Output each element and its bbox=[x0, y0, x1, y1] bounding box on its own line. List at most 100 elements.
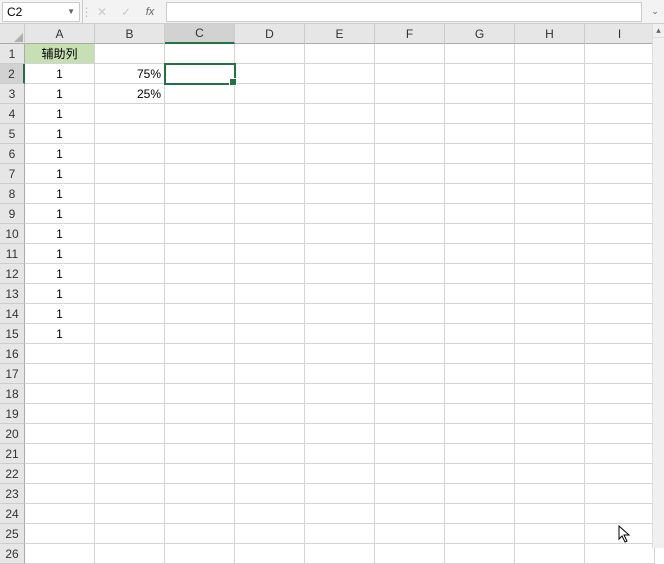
cell-A9[interactable]: 1 bbox=[25, 204, 95, 224]
cell-D24[interactable] bbox=[235, 504, 305, 524]
cell-D9[interactable] bbox=[235, 204, 305, 224]
cell-G17[interactable] bbox=[445, 364, 515, 384]
cell-C7[interactable] bbox=[165, 164, 235, 184]
cell-B22[interactable] bbox=[95, 464, 165, 484]
cell-H26[interactable] bbox=[515, 544, 585, 564]
cell-I8[interactable] bbox=[585, 184, 655, 204]
cell-E13[interactable] bbox=[305, 284, 375, 304]
cell-F14[interactable] bbox=[375, 304, 445, 324]
cell-F19[interactable] bbox=[375, 404, 445, 424]
row-header-14[interactable]: 14 bbox=[0, 304, 25, 324]
cell-F4[interactable] bbox=[375, 104, 445, 124]
cell-H7[interactable] bbox=[515, 164, 585, 184]
cell-F11[interactable] bbox=[375, 244, 445, 264]
cell-I11[interactable] bbox=[585, 244, 655, 264]
cell-B2[interactable]: 75% bbox=[95, 64, 165, 84]
cell-G19[interactable] bbox=[445, 404, 515, 424]
cell-A16[interactable] bbox=[25, 344, 95, 364]
cell-B12[interactable] bbox=[95, 264, 165, 284]
cell-E24[interactable] bbox=[305, 504, 375, 524]
cell-E23[interactable] bbox=[305, 484, 375, 504]
row-header-25[interactable]: 25 bbox=[0, 524, 25, 544]
cell-A6[interactable]: 1 bbox=[25, 144, 95, 164]
cell-I19[interactable] bbox=[585, 404, 655, 424]
cell-F12[interactable] bbox=[375, 264, 445, 284]
cell-A25[interactable] bbox=[25, 524, 95, 544]
cell-G10[interactable] bbox=[445, 224, 515, 244]
cell-D16[interactable] bbox=[235, 344, 305, 364]
cell-A12[interactable]: 1 bbox=[25, 264, 95, 284]
row-header-15[interactable]: 15 bbox=[0, 324, 25, 344]
cell-H5[interactable] bbox=[515, 124, 585, 144]
formula-input[interactable] bbox=[166, 2, 642, 22]
cell-D3[interactable] bbox=[235, 84, 305, 104]
cell-E20[interactable] bbox=[305, 424, 375, 444]
row-header-3[interactable]: 3 bbox=[0, 84, 25, 104]
cell-I14[interactable] bbox=[585, 304, 655, 324]
cell-G25[interactable] bbox=[445, 524, 515, 544]
cell-C3[interactable] bbox=[165, 84, 235, 104]
row-header-4[interactable]: 4 bbox=[0, 104, 25, 124]
cell-E25[interactable] bbox=[305, 524, 375, 544]
cell-I17[interactable] bbox=[585, 364, 655, 384]
cell-H2[interactable] bbox=[515, 64, 585, 84]
cell-B16[interactable] bbox=[95, 344, 165, 364]
cell-C9[interactable] bbox=[165, 204, 235, 224]
cell-I10[interactable] bbox=[585, 224, 655, 244]
cell-H1[interactable] bbox=[515, 44, 585, 64]
row-header-23[interactable]: 23 bbox=[0, 484, 25, 504]
cell-C17[interactable] bbox=[165, 364, 235, 384]
cell-A3[interactable]: 1 bbox=[25, 84, 95, 104]
cell-H18[interactable] bbox=[515, 384, 585, 404]
cell-E2[interactable] bbox=[305, 64, 375, 84]
cell-D5[interactable] bbox=[235, 124, 305, 144]
cell-B15[interactable] bbox=[95, 324, 165, 344]
row-header-1[interactable]: 1 bbox=[0, 44, 25, 64]
cell-I13[interactable] bbox=[585, 284, 655, 304]
cell-H21[interactable] bbox=[515, 444, 585, 464]
cell-F6[interactable] bbox=[375, 144, 445, 164]
cell-C23[interactable] bbox=[165, 484, 235, 504]
cell-I26[interactable] bbox=[585, 544, 655, 564]
cell-E10[interactable] bbox=[305, 224, 375, 244]
expand-formula-bar-icon[interactable]: ⌄ bbox=[646, 6, 664, 17]
cell-A10[interactable]: 1 bbox=[25, 224, 95, 244]
cell-H24[interactable] bbox=[515, 504, 585, 524]
cell-F7[interactable] bbox=[375, 164, 445, 184]
cell-E12[interactable] bbox=[305, 264, 375, 284]
cell-D15[interactable] bbox=[235, 324, 305, 344]
cell-I22[interactable] bbox=[585, 464, 655, 484]
enter-icon[interactable]: ✓ bbox=[114, 2, 138, 22]
cell-C25[interactable] bbox=[165, 524, 235, 544]
cell-B5[interactable] bbox=[95, 124, 165, 144]
row-header-26[interactable]: 26 bbox=[0, 544, 25, 564]
cell-C20[interactable] bbox=[165, 424, 235, 444]
cell-E22[interactable] bbox=[305, 464, 375, 484]
cell-F13[interactable] bbox=[375, 284, 445, 304]
cell-B23[interactable] bbox=[95, 484, 165, 504]
cell-A21[interactable] bbox=[25, 444, 95, 464]
cell-G22[interactable] bbox=[445, 464, 515, 484]
cell-G23[interactable] bbox=[445, 484, 515, 504]
column-header-I[interactable]: I bbox=[585, 24, 655, 44]
cell-A18[interactable] bbox=[25, 384, 95, 404]
cell-I12[interactable] bbox=[585, 264, 655, 284]
cell-I7[interactable] bbox=[585, 164, 655, 184]
cell-D12[interactable] bbox=[235, 264, 305, 284]
cell-I21[interactable] bbox=[585, 444, 655, 464]
cell-E9[interactable] bbox=[305, 204, 375, 224]
cell-H15[interactable] bbox=[515, 324, 585, 344]
cell-H3[interactable] bbox=[515, 84, 585, 104]
cell-G12[interactable] bbox=[445, 264, 515, 284]
cell-C10[interactable] bbox=[165, 224, 235, 244]
cell-A8[interactable]: 1 bbox=[25, 184, 95, 204]
cell-F24[interactable] bbox=[375, 504, 445, 524]
cell-F23[interactable] bbox=[375, 484, 445, 504]
cell-D19[interactable] bbox=[235, 404, 305, 424]
cell-B11[interactable] bbox=[95, 244, 165, 264]
cell-C6[interactable] bbox=[165, 144, 235, 164]
row-header-2[interactable]: 2 bbox=[0, 64, 25, 84]
cell-B9[interactable] bbox=[95, 204, 165, 224]
cell-B4[interactable] bbox=[95, 104, 165, 124]
cell-F25[interactable] bbox=[375, 524, 445, 544]
